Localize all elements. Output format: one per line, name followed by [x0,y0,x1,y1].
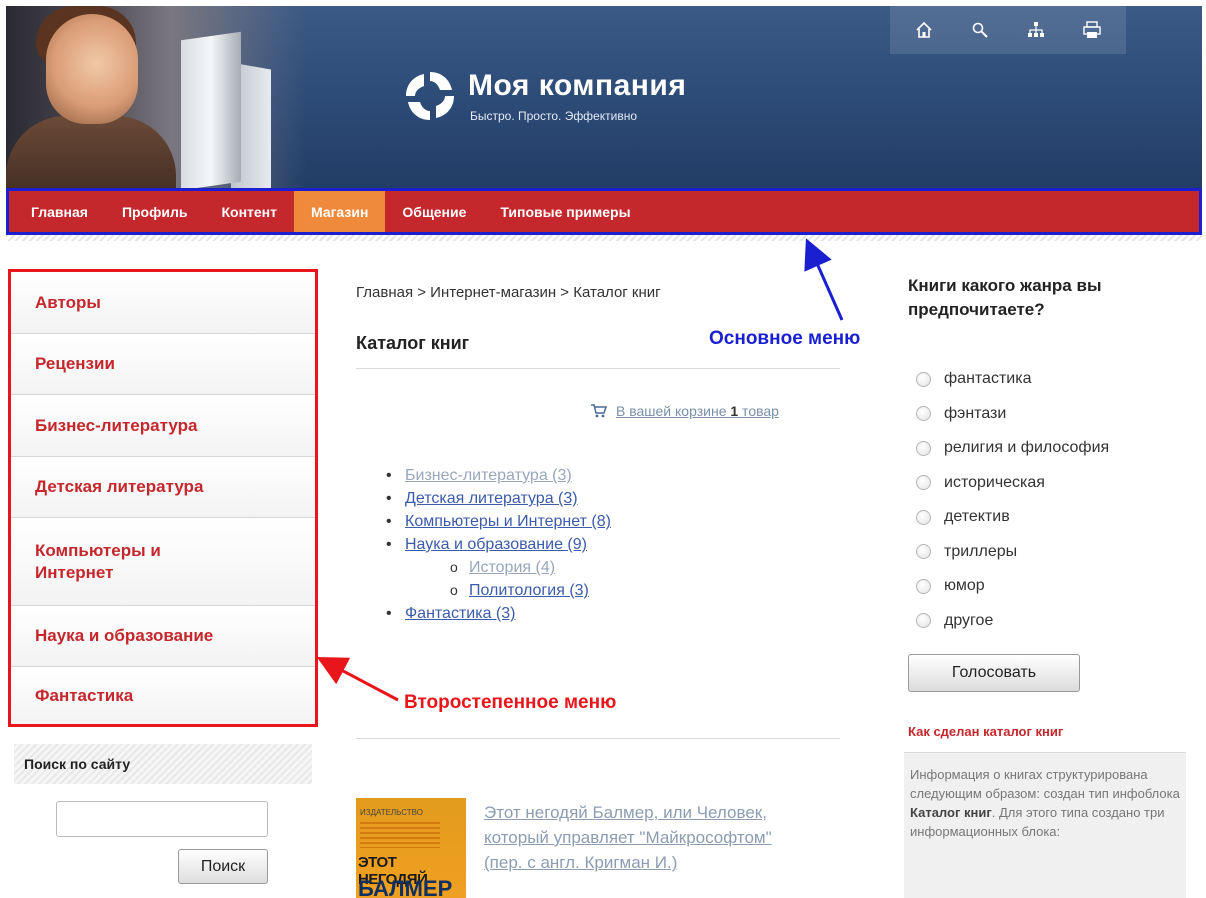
search-button[interactable]: Поиск [178,849,268,884]
list-item: Бизнес-литература (3) [386,464,611,487]
header-toolbar [890,6,1126,54]
arrow-main-menu [804,238,844,321]
category-link-fiction[interactable]: Фантастика (3) [405,605,515,622]
catalog-category-list: Бизнес-литература (3) Детская литература… [386,464,611,625]
brand-title: Моя компания [468,69,687,102]
search-input[interactable] [56,801,268,837]
poll-option[interactable]: юмор [916,569,1109,604]
main-menu-item-profile[interactable]: Профиль [105,191,205,232]
breadcrumb[interactable]: Главная > Интернет-магазин > Каталог кни… [356,284,661,301]
poll-option[interactable]: триллеры [916,535,1109,570]
radio-button[interactable] [916,371,931,387]
poll-option[interactable]: детектив [916,500,1109,535]
secondary-menu-item-fiction[interactable]: Фантастика [11,667,315,724]
company-logo-icon [402,68,458,124]
poll-option[interactable]: фэнтази [916,397,1109,432]
brand[interactable]: Моя компания Быстро. Просто. Эффективно [402,68,686,124]
site-header: Моя компания Быстро. Просто. Эффективно [6,6,1202,188]
search-icon[interactable] [967,17,993,43]
main-menu-item-examples[interactable]: Типовые примеры [483,191,647,232]
divider [356,368,840,369]
header-photo [6,6,306,188]
radio-button[interactable] [916,578,931,594]
poll-option[interactable]: другое [916,604,1109,639]
secondary-menu-item-science[interactable]: Наука и образование [11,606,315,667]
book-cover-image[interactable]: ИЗДАТЕЛЬСТВО ЭТОТ НЕГОДЯЙ БАЛМЕР [356,798,466,898]
divider [356,738,840,739]
main-menu: Главная Профиль Контент Магазин Общение … [6,188,1202,235]
howto-title[interactable]: Как сделан каталог книг [908,724,1063,739]
arrow-secondary-menu [316,656,399,702]
sitemap-icon[interactable] [1023,17,1049,43]
poll-options: фантастика фэнтази религия и философия и… [916,362,1109,638]
main-menu-item-shop[interactable]: Магазин [293,191,386,232]
poll-option[interactable]: историческая [916,466,1109,501]
search-title: Поиск по сайту [14,744,312,784]
cart-summary[interactable]: В вашей корзине 1 товар [590,403,779,419]
poll-question: Книги какого жанра вы предпочитаете? [908,276,1102,319]
radio-button[interactable] [916,613,931,629]
main-menu-item-communication[interactable]: Общение [385,191,483,232]
poll-option[interactable]: фантастика [916,362,1109,397]
category-link-business[interactable]: Бизнес-литература (3) [405,467,572,484]
home-icon[interactable] [911,17,937,43]
list-item: Детская литература (3) [386,487,611,510]
radio-button[interactable] [916,440,931,456]
cart-icon [591,404,608,418]
print-icon[interactable] [1079,17,1105,43]
howto-text: Информация о книгах структурирована след… [904,752,1186,898]
brand-subtitle: Быстро. Просто. Эффективно [470,109,637,123]
poll-option[interactable]: религия и философия [916,431,1109,466]
cart-link[interactable]: В вашей корзине 1 товар [616,403,779,419]
radio-button[interactable] [916,509,931,525]
secondary-menu: Авторы Рецензии Бизнес-литература Детска… [8,269,318,727]
menu-divider [6,235,1202,241]
radio-button[interactable] [916,406,931,422]
secondary-menu-item-business[interactable]: Бизнес-литература [11,395,315,457]
radio-button[interactable] [916,475,931,491]
category-link-history[interactable]: История (4) [469,559,555,576]
site-search: Поиск по сайту Поиск [14,744,312,894]
cart-count: 1 [730,403,739,419]
category-link-children[interactable]: Детская литература (3) [405,490,578,507]
secondary-menu-item-authors[interactable]: Авторы [11,272,315,334]
main-menu-item-content[interactable]: Контент [204,191,294,232]
annotation-secondary-menu: Второстепенное меню [404,692,617,713]
secondary-menu-item-children[interactable]: Детская литература [11,457,315,518]
radio-button[interactable] [916,544,931,560]
secondary-menu-item-reviews[interactable]: Рецензии [11,334,315,395]
category-link-science[interactable]: Наука и образование (9) [405,536,587,553]
category-link-computers[interactable]: Компьютеры и Интернет (8) [405,513,611,530]
list-item: Наука и образование (9) [386,533,611,556]
category-link-politology[interactable]: Политология (3) [469,582,589,599]
vote-button[interactable]: Голосовать [908,654,1080,692]
list-item: История (4) [405,556,611,579]
list-item: Фантастика (3) [386,602,611,625]
secondary-menu-item-computers[interactable]: Компьютеры и Интернет [11,518,315,606]
page-title: Каталог книг [356,333,470,353]
book-title-link[interactable]: Этот негодяй Балмер, или Человек, которы… [484,800,804,875]
annotation-main-menu: Основное меню [709,328,861,349]
list-item: Политология (3) [405,579,611,602]
list-item: Компьютеры и Интернет (8) [386,510,611,533]
main-menu-item-home[interactable]: Главная [23,191,105,232]
